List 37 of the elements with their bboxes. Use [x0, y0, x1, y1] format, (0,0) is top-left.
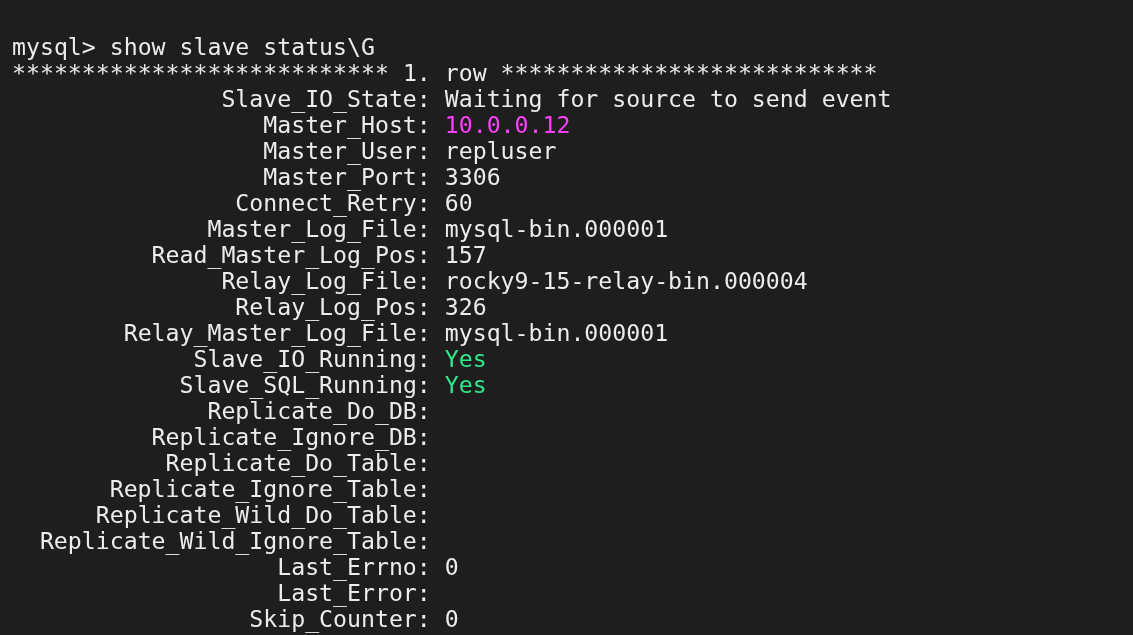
field-label: Replicate_Do_DB:: [207, 398, 432, 424]
field-value: 326: [444, 294, 487, 320]
field-value: Waiting for source to send event: [444, 86, 892, 112]
field-label: Last_Errno:: [277, 554, 432, 580]
field-label: Relay_Log_Pos:: [235, 294, 432, 320]
field-value: 3306: [444, 164, 501, 190]
field-value: 0: [444, 554, 459, 580]
field-value: mysql-bin.000001: [444, 216, 669, 242]
field-value: 60: [444, 190, 473, 216]
field-value: Yes: [444, 346, 487, 372]
field-label: Replicate_Ignore_Table:: [108, 476, 432, 502]
field-value: 10.0.0.12: [444, 112, 571, 138]
field-value: 157: [444, 242, 487, 268]
field-label: Replicate_Ignore_DB:: [150, 424, 432, 450]
field-label: Master_Host:: [263, 112, 432, 138]
field-label: Slave_IO_Running:: [193, 346, 432, 372]
field-label: Relay_Log_File:: [221, 268, 432, 294]
field-value: repluser: [444, 138, 557, 164]
row-header: *************************** 1. row ***************************: [12, 60, 879, 86]
field-label: Replicate_Wild_Ignore_Table:: [38, 528, 432, 554]
field-label: Master_Port:: [262, 164, 432, 190]
field-value: Yes: [444, 372, 487, 398]
field-label: Replicate_Wild_Do_Table:: [94, 502, 432, 528]
field-label: Slave_IO_State:: [220, 86, 432, 112]
field-label: Relay_Master_Log_File:: [122, 320, 432, 346]
field-label: Connect_Retry:: [234, 190, 432, 216]
field-label: Master_User:: [262, 138, 432, 164]
field-label: Master_Log_File:: [206, 216, 432, 242]
field-value: 0: [444, 606, 459, 632]
field-value: mysql-bin.000001: [444, 320, 669, 346]
command-line: mysql> show slave status\G: [12, 34, 376, 60]
field-label: Replicate_Do_Table:: [165, 450, 432, 476]
field-label: Last_Error:: [276, 580, 432, 606]
field-label: Read_Master_Log_Pos:: [150, 242, 432, 268]
field-label: Slave_SQL_Running:: [178, 372, 432, 398]
field-label: Skip_Counter:: [248, 606, 432, 632]
field-value: rocky9-15-relay-bin.000004: [444, 268, 808, 294]
